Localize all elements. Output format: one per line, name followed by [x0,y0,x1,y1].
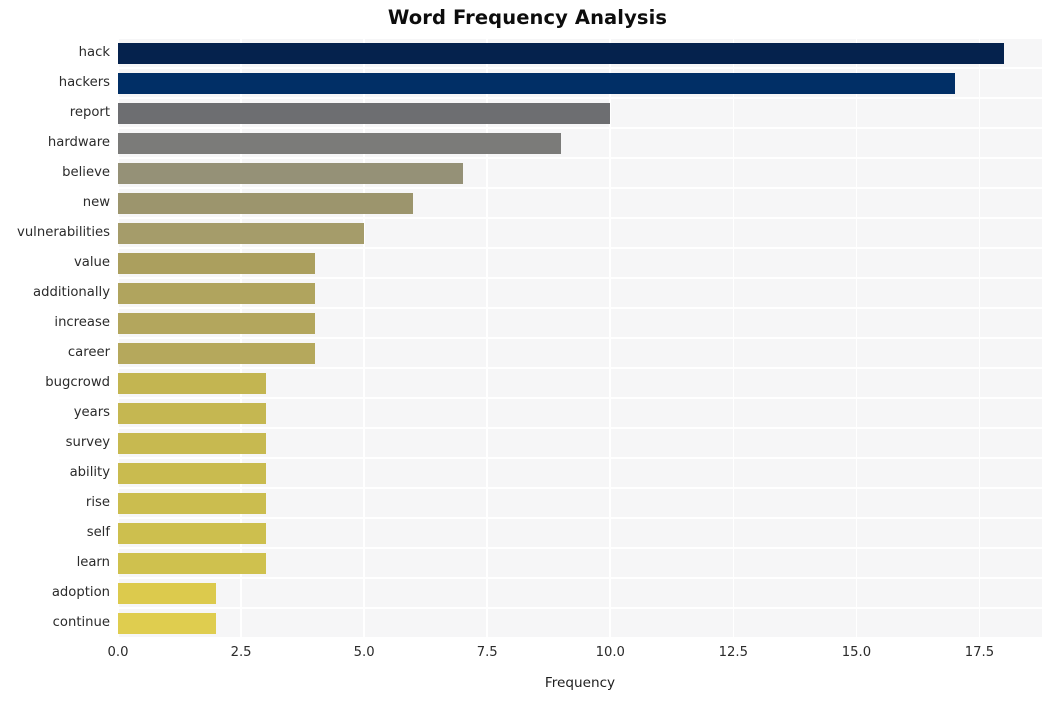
y-tick-label-increase: increase [54,315,110,330]
bar-vulnerabilities[interactable] [118,222,365,244]
bar-self[interactable] [118,522,266,544]
bar-bugcrowd[interactable] [118,372,266,394]
gridline-horizontal-12 [118,397,1042,399]
bar-adoption[interactable] [118,582,217,604]
bar-believe[interactable] [118,162,463,184]
y-tick-label-continue: continue [52,615,110,630]
y-tick-label-years: years [73,405,110,420]
bar-report[interactable] [118,102,611,124]
gridline-horizontal-20 [118,637,1042,638]
x-tick-label-5.0: 5.0 [353,645,375,660]
y-tick-label-hack: hack [78,45,110,60]
gridline-vertical-4 [609,38,612,638]
gridline-horizontal-8 [118,277,1042,279]
y-tick-label-bugcrowd: bugcrowd [45,375,110,390]
gridline-horizontal-5 [118,187,1042,189]
gridline-horizontal-9 [118,307,1042,309]
bar-rise[interactable] [118,492,266,514]
bar-learn[interactable] [118,552,266,574]
x-tick-label-10.0: 10.0 [595,645,625,660]
x-axis-title: Frequency [544,675,616,691]
y-tick-label-survey: survey [65,435,110,450]
gridline-vertical-2 [363,38,365,638]
gridline-horizontal-2 [118,97,1042,99]
bar-ability[interactable] [118,462,266,484]
x-tick-label-7.5: 7.5 [476,645,498,660]
bar-value[interactable] [118,252,315,274]
bar-years[interactable] [118,402,266,424]
y-tick-label-hackers: hackers [58,75,110,90]
y-tick-label-additionally: additionally [33,285,110,300]
gridline-horizontal-11 [118,367,1042,369]
gridline-horizontal-7 [118,247,1042,249]
plot-area [118,38,1042,638]
gridline-vertical-0 [118,38,119,638]
x-tick-label-2.5: 2.5 [230,645,252,660]
gridline-horizontal-10 [118,337,1042,339]
bar-increase[interactable] [118,312,315,334]
x-tick-label-17.5: 17.5 [964,645,995,660]
gridline-horizontal-16 [118,517,1042,519]
x-tick-label-0.0: 0.0 [107,645,129,660]
gridline-horizontal-13 [118,427,1042,429]
y-axis-tick-labels: hack hackers report hardware believe new vulne… [0,38,110,638]
gridline-vertical-6 [855,38,858,638]
y-tick-label-self: self [86,525,110,540]
gridline-horizontal-19 [118,607,1042,609]
gridline-horizontal-4 [118,157,1042,159]
y-tick-label-vulnerabilities: vulnerabilities [17,225,110,240]
bar-hackers[interactable] [118,72,955,94]
bar-career[interactable] [118,342,315,364]
bar-additionally[interactable] [118,282,315,304]
bar-continue[interactable] [118,612,217,634]
gridline-horizontal-17 [118,547,1042,549]
gridline-horizontal-0 [118,38,1042,39]
x-tick-label-12.5: 12.5 [718,645,749,660]
bar-hardware[interactable] [118,132,562,154]
gridline-horizontal-6 [118,217,1042,219]
word-frequency-chart: Word Frequency Analysis hack hackers repor… [0,0,1055,701]
y-tick-label-adoption: adoption [51,585,110,600]
x-axis-tick-labels: 0.0 2.5 5.0 7.5 10.0 12.5 15.0 17.5 [0,645,1055,667]
y-tick-label-career: career [67,345,110,360]
x-tick-label-15.0: 15.0 [841,645,872,660]
y-tick-label-hardware: hardware [47,135,110,150]
gridline-horizontal-14 [118,457,1042,459]
gridline-vertical-7 [978,38,981,638]
gridline-horizontal-3 [118,127,1042,129]
y-tick-label-value: value [73,255,110,270]
bar-hack[interactable] [118,42,1005,64]
gridline-horizontal-15 [118,487,1042,489]
gridline-horizontal-18 [118,577,1042,579]
gridline-vertical-5 [732,38,735,638]
y-tick-label-report: report [69,105,110,120]
gridline-vertical-3 [486,38,488,638]
y-tick-label-rise: rise [85,495,110,510]
y-tick-label-new: new [82,195,110,210]
bar-new[interactable] [118,192,414,214]
y-tick-label-learn: learn [76,555,110,570]
gridline-vertical-1 [240,38,242,638]
y-tick-label-believe: believe [62,165,110,180]
chart-title: Word Frequency Analysis [387,6,668,29]
y-tick-label-ability: ability [69,465,110,480]
gridline-horizontal-1 [118,67,1042,69]
bar-survey[interactable] [118,432,266,454]
